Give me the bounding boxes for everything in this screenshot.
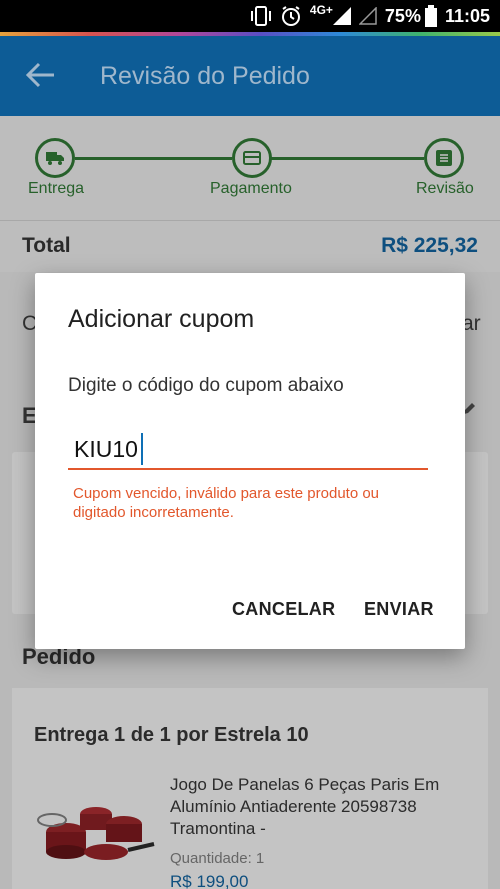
status-bar: 4G+ 75% 11:05 xyxy=(0,0,500,34)
delivery-info: Entrega 1 de 1 por Estrela 10 xyxy=(34,724,309,746)
product-quantity: Quantidade: 1 xyxy=(170,850,265,867)
stepper-line xyxy=(75,157,232,160)
step-entrega xyxy=(35,138,75,178)
order-card: Entrega 1 de 1 por Estrela 10 Jogo De Pa… xyxy=(12,688,488,889)
page-title: Revisão do Pedido xyxy=(100,62,310,90)
step-pagamento xyxy=(232,138,272,178)
stepper-line xyxy=(270,157,424,160)
text-cursor xyxy=(141,433,143,465)
submit-button[interactable]: ENVIAR xyxy=(364,599,434,620)
status-icons: 4G+ 75% 11:05 xyxy=(250,3,490,27)
total-label: Total xyxy=(22,234,71,257)
step-label-pagamento: Pagamento xyxy=(210,180,292,197)
signal-icon xyxy=(332,7,351,25)
step-label-revisao: Revisão xyxy=(416,180,474,197)
battery-percent: 75% xyxy=(384,5,421,26)
product-price: R$ 199,00 xyxy=(170,872,249,889)
add-coupon-dialog: Adicionar cupom Digite o código do cupom… xyxy=(35,273,465,649)
step-label-entrega: Entrega xyxy=(28,180,85,197)
clock: 11:05 xyxy=(444,5,490,26)
truck-icon xyxy=(46,152,64,165)
coupon-input-underline xyxy=(68,468,428,470)
alarm-icon xyxy=(281,6,300,26)
battery-icon xyxy=(424,5,437,27)
step-revisao xyxy=(424,138,464,178)
coupon-code-input[interactable] xyxy=(68,427,428,471)
vibrate-icon xyxy=(250,6,271,26)
arrow-left-icon[interactable] xyxy=(24,58,58,92)
cancel-button[interactable]: CANCELAR xyxy=(232,599,335,620)
coupon-error-message: Cupom vencido, inválido para este produt… xyxy=(73,485,380,521)
product-name: Jogo De Panelas 6 Peças Paris Em Alumíni… xyxy=(170,775,440,838)
dialog-message: Digite o código do cupom abaixo xyxy=(68,375,344,396)
signal-empty-icon xyxy=(358,7,377,25)
card-icon xyxy=(243,151,261,165)
total-value: R$ 225,32 xyxy=(381,234,478,257)
network-type: 4G+ xyxy=(309,3,333,17)
app-bar: Revisão do Pedido xyxy=(0,36,500,116)
list-icon xyxy=(436,150,452,166)
checkout-stepper: Entrega Pagamento Revisão xyxy=(0,116,500,220)
total-row: Total R$ 225,32 xyxy=(0,220,500,272)
dialog-title: Adicionar cupom xyxy=(68,305,255,333)
product-image xyxy=(37,807,155,860)
